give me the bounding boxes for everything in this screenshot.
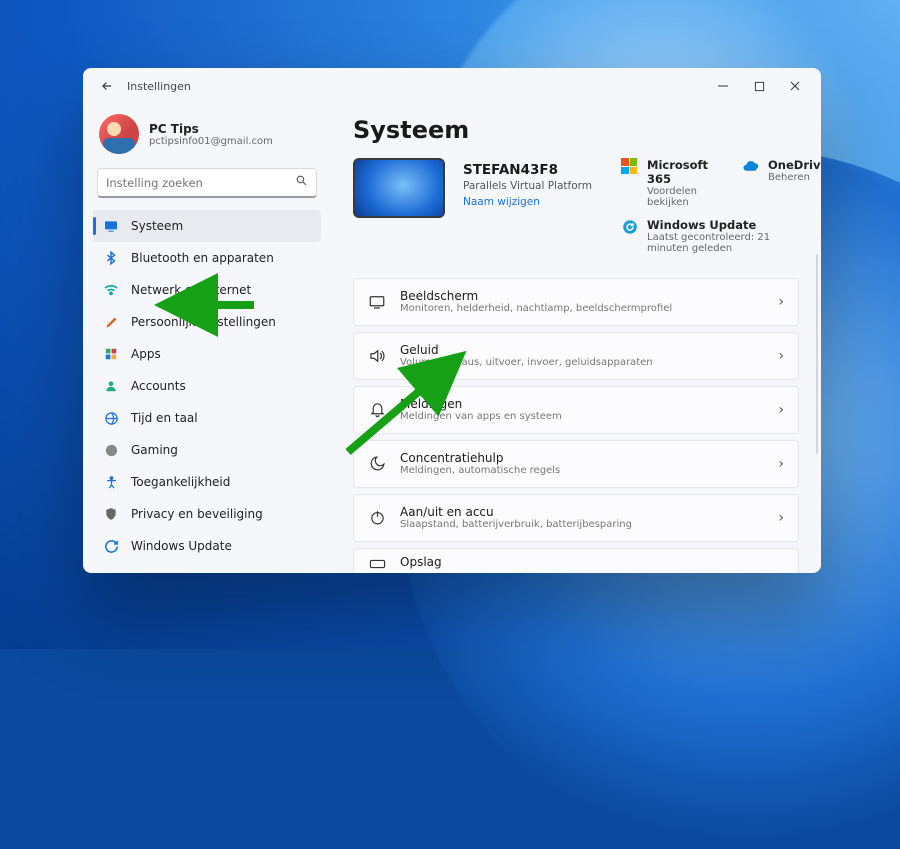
sound-icon [368,347,386,365]
row-storage[interactable]: Opslag [353,548,799,573]
sidebar-item-personalization[interactable]: Persoonlijke instellingen [93,306,321,338]
storage-icon [368,555,386,573]
row-power-battery[interactable]: Aan/uit en accuSlaapstand, batterijverbr… [353,494,799,542]
row-focus-assist[interactable]: ConcentratiehulpMeldingen, automatische … [353,440,799,488]
row-sound[interactable]: GeluidVolume niveaus, uitvoer, invoer, g… [353,332,799,380]
back-button[interactable] [93,72,121,100]
sidebar-item-label: Bluetooth en apparaten [131,251,274,265]
sidebar-item-windows-update[interactable]: Windows Update [93,530,321,562]
maximize-button[interactable] [741,72,777,100]
gaming-icon [103,442,119,458]
row-notifications[interactable]: MeldingenMeldingen van apps en systeem › [353,386,799,434]
user-name: PC Tips [149,122,273,136]
sidebar-item-gaming[interactable]: Gaming [93,434,321,466]
power-icon [368,509,386,527]
row-title: Geluid [400,343,653,357]
row-subtitle: Meldingen van apps en systeem [400,411,562,422]
sidebar-item-label: Netwerk en internet [131,283,251,297]
user-email: pctipsinfo01@gmail.com [149,136,273,147]
page-title: Systeem [353,104,799,158]
tile-title: OneDrive [768,158,821,172]
nav-list: Systeem Bluetooth en apparaten Netwerk e… [93,210,321,562]
system-hero: STEFAN43F8 Parallels Virtual Platform Na… [353,158,799,254]
sidebar-item-label: Persoonlijke instellingen [131,315,276,329]
tile-subtitle: Voordelen bekijken [647,186,708,208]
sidebar-item-accounts[interactable]: Accounts [93,370,321,402]
tile-subtitle: Laatst gecontroleerd: 21 minuten geleden [647,232,787,254]
sidebar-item-label: Privacy en beveiliging [131,507,263,521]
sidebar-item-privacy[interactable]: Privacy en beveiliging [93,498,321,530]
sidebar-item-label: Tijd en taal [131,411,198,425]
row-title: Meldingen [400,397,562,411]
titlebar: Instellingen [83,68,821,104]
bell-icon [368,401,386,419]
chevron-right-icon: › [778,294,784,310]
main-content: Systeem STEFAN43F8 Parallels Virtual Pla… [331,104,821,573]
account-icon [103,378,119,394]
chevron-right-icon: › [778,456,784,472]
row-subtitle: Slaapstand, batterijverbruik, batterijbe… [400,519,632,530]
pc-platform: Parallels Virtual Platform [463,180,603,192]
minimize-button[interactable] [705,72,741,100]
row-display[interactable]: BeeldschermMonitoren, helderheid, nachtl… [353,278,799,326]
avatar [99,114,139,154]
row-title: Aan/uit en accu [400,505,632,519]
tile-subtitle: Beheren [768,172,821,183]
onedrive-icon [742,158,760,176]
rename-link[interactable]: Naam wijzigen [463,196,603,208]
search-box[interactable] [97,168,317,198]
settings-window: Instellingen PC Tips pctipsinfo01@gmail.… [83,68,821,573]
wifi-icon [103,282,119,298]
tile-microsoft-365[interactable]: Microsoft 365Voordelen bekijken [621,158,708,208]
pc-thumbnail [353,158,445,218]
system-icon [103,218,119,234]
sidebar-item-label: Windows Update [131,539,232,553]
sidebar: PC Tips pctipsinfo01@gmail.com Systeem B… [83,104,331,573]
clock-globe-icon [103,410,119,426]
accessibility-icon [103,474,119,490]
row-subtitle: Volume niveaus, uitvoer, invoer, geluids… [400,357,653,368]
sidebar-item-label: Accounts [131,379,186,393]
sidebar-item-time-language[interactable]: Tijd en taal [93,402,321,434]
settings-list: BeeldschermMonitoren, helderheid, nachtl… [353,278,799,573]
row-title: Concentratiehulp [400,451,560,465]
chevron-right-icon: › [778,402,784,418]
row-title: Opslag [400,555,442,569]
search-input[interactable] [106,176,295,190]
chevron-right-icon: › [778,348,784,364]
scrollbar[interactable] [816,254,818,454]
row-subtitle: Meldingen, automatische regels [400,465,560,476]
user-card[interactable]: PC Tips pctipsinfo01@gmail.com [93,104,321,168]
sidebar-item-label: Apps [131,347,161,361]
row-subtitle: Monitoren, helderheid, nachtlamp, beelds… [400,303,672,314]
brush-icon [103,314,119,330]
sidebar-item-label: Systeem [131,219,183,233]
tile-title: Windows Update [647,218,787,232]
tile-windows-update[interactable]: Windows UpdateLaatst gecontroleerd: 21 m… [621,218,821,254]
search-icon [295,174,308,191]
sidebar-item-network[interactable]: Netwerk en internet [93,274,321,306]
sidebar-item-system[interactable]: Systeem [93,210,321,242]
moon-icon [368,455,386,473]
row-title: Beeldscherm [400,289,672,303]
sidebar-item-label: Toegankelijkheid [131,475,230,489]
tile-onedrive[interactable]: OneDriveBeheren [742,158,821,183]
close-button[interactable] [777,72,813,100]
sidebar-item-apps[interactable]: Apps [93,338,321,370]
apps-icon [103,346,119,362]
update-icon [103,538,119,554]
sidebar-item-accessibility[interactable]: Toegankelijkheid [93,466,321,498]
sidebar-item-bluetooth[interactable]: Bluetooth en apparaten [93,242,321,274]
tile-title: Microsoft 365 [647,158,708,186]
pc-name: STEFAN43F8 [463,162,603,178]
display-icon [368,293,386,311]
windows-update-status-icon [621,218,639,236]
sidebar-item-label: Gaming [131,443,178,457]
app-title: Instellingen [127,80,191,93]
bluetooth-icon [103,250,119,266]
microsoft-365-icon [621,158,639,176]
chevron-right-icon: › [778,510,784,526]
shield-icon [103,506,119,522]
